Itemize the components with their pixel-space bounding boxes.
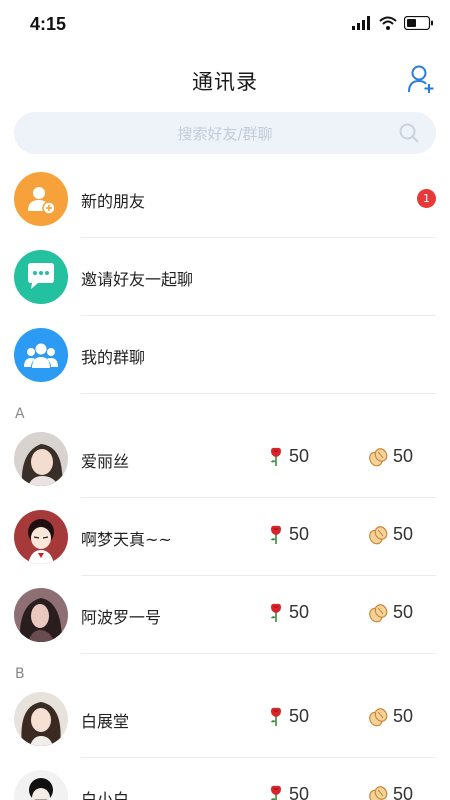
contact-row[interactable]: 啊梦天真~~ 50 50 (0, 498, 450, 576)
battery-icon (404, 16, 433, 30)
bean-icon (369, 785, 388, 800)
bean-count: 50 (368, 784, 413, 800)
search-input[interactable]: 搜索好友/群聊 (14, 112, 436, 154)
rose-count: 50 (268, 524, 309, 545)
header: 通讯录 (0, 58, 450, 102)
avatar (14, 510, 68, 564)
bean-value: 50 (393, 446, 414, 466)
new-friends-row[interactable]: 新的朋友 1 (0, 160, 450, 238)
status-time: 4:15 (30, 14, 67, 34)
contact-name: 阿波罗一号 (81, 608, 162, 627)
add-friend-icon (14, 172, 68, 226)
rose-value: 50 (289, 706, 310, 726)
bean-value: 50 (393, 602, 414, 622)
group-icon (14, 328, 68, 382)
contact-name: 啊梦天真~~ (81, 530, 172, 549)
chat-bubble-icon (14, 250, 68, 304)
contact-row[interactable]: 白展堂 50 50 (0, 680, 450, 758)
rose-count: 50 (268, 784, 309, 800)
my-groups-label: 我的群聊 (81, 348, 146, 367)
bean-count: 50 (368, 446, 413, 467)
rose-icon (271, 707, 281, 726)
rose-value: 50 (289, 784, 310, 800)
status-icons (352, 16, 434, 30)
rose-icon (271, 447, 281, 466)
rose-count: 50 (268, 706, 309, 727)
add-user-icon (408, 65, 434, 93)
contact-row[interactable]: 阿波罗一号 50 50 (0, 576, 450, 654)
bean-value: 50 (393, 784, 414, 800)
divider (81, 393, 436, 394)
rose-count: 50 (268, 602, 309, 623)
contact-name: 白小白 (81, 790, 130, 800)
rose-icon (271, 785, 281, 800)
avatar (14, 432, 68, 486)
bean-count: 50 (368, 524, 413, 545)
rose-icon (271, 603, 281, 622)
page-title: 通讯录 (192, 70, 258, 94)
bean-count: 50 (368, 602, 413, 623)
contact-row[interactable]: 白小白 50 50 (0, 758, 450, 800)
invite-friends-label: 邀请好友一起聊 (81, 270, 194, 289)
contact-row[interactable]: 爱丽丝 50 50 (0, 420, 450, 498)
rose-icon (271, 525, 281, 544)
search-icon (399, 123, 419, 143)
notification-badge: 1 (417, 189, 436, 208)
bean-icon (369, 447, 388, 466)
my-groups-row[interactable]: 我的群聊 (0, 316, 450, 394)
avatar (14, 588, 68, 642)
search-placeholder: 搜索好友/群聊 (177, 125, 273, 143)
rose-value: 50 (289, 602, 310, 622)
divider (81, 653, 436, 654)
rose-value: 50 (289, 446, 310, 466)
contact-name: 爱丽丝 (81, 452, 130, 471)
status-bar: 4:15 (0, 0, 450, 50)
signal-icon (352, 16, 370, 30)
invite-friends-row[interactable]: 邀请好友一起聊 (0, 238, 450, 316)
bean-icon (369, 525, 388, 544)
contact-name: 白展堂 (81, 712, 130, 731)
new-friends-label: 新的朋友 (81, 192, 146, 211)
bean-value: 50 (393, 706, 414, 726)
rose-value: 50 (289, 524, 310, 544)
wifi-icon (379, 16, 397, 30)
bean-icon (369, 603, 388, 622)
bean-value: 50 (393, 524, 414, 544)
add-contact-button[interactable] (408, 64, 436, 94)
rose-count: 50 (268, 446, 309, 467)
bean-icon (369, 707, 388, 726)
avatar (14, 692, 68, 746)
avatar (14, 770, 68, 800)
bean-count: 50 (368, 706, 413, 727)
